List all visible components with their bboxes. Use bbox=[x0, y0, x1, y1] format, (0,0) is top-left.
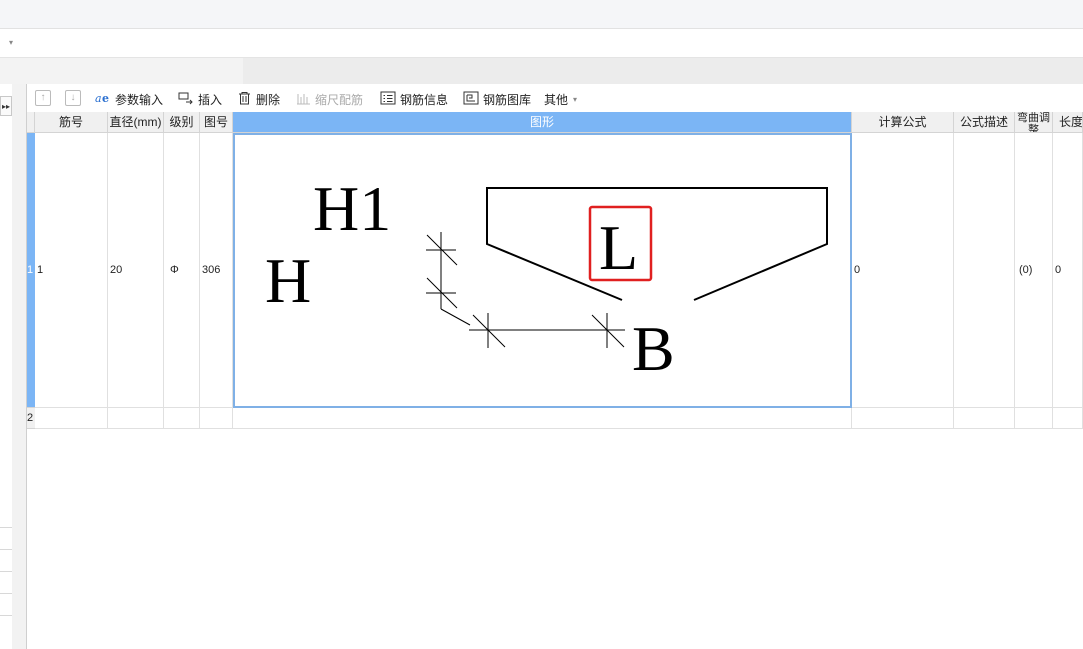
horizontal-dimension-mark bbox=[469, 313, 625, 348]
cell-diameter[interactable] bbox=[108, 408, 164, 429]
trash-icon bbox=[237, 91, 252, 108]
window-top-strip bbox=[0, 0, 1083, 29]
other-label: 其他 bbox=[544, 92, 569, 107]
header-shape: 图形 bbox=[233, 112, 852, 133]
rebar-toolbar: ↑ ↓ ae 参数输入 插入 删除 缩尺配筋 钢筋信息 钢筋图库 其他 ▾ bbox=[27, 86, 1083, 112]
left-panel-line bbox=[0, 571, 12, 572]
cell-shape[interactable] bbox=[233, 408, 852, 429]
shape-label-l: L bbox=[599, 212, 638, 283]
scale-rebar-label: 缩尺配筋 bbox=[315, 92, 364, 107]
cell-grade[interactable]: Φ bbox=[164, 133, 200, 408]
other-menu-button[interactable]: 其他 ▾ bbox=[544, 91, 577, 107]
cell-length[interactable]: 0 bbox=[1053, 133, 1083, 408]
header-grade: 级别 bbox=[164, 112, 200, 133]
scale-rebar-button[interactable]: 缩尺配筋 bbox=[296, 91, 363, 107]
header-length: 长度 bbox=[1053, 112, 1083, 133]
move-up-button[interactable]: ↑ bbox=[35, 90, 51, 106]
move-down-button[interactable]: ↓ bbox=[65, 90, 81, 106]
cell-shape-no[interactable] bbox=[200, 408, 233, 429]
rebar-shape-diagram: H H1 L B bbox=[265, 173, 828, 384]
delete-label: 删除 bbox=[256, 92, 281, 107]
header-formula-desc: 公式描述 bbox=[954, 112, 1015, 133]
delete-button[interactable]: 删除 bbox=[237, 91, 280, 107]
cell-bend-adjust[interactable] bbox=[1015, 408, 1053, 429]
cell-formula-desc[interactable] bbox=[954, 133, 1015, 408]
rebar-info-button[interactable]: 钢筋信息 bbox=[380, 91, 448, 107]
param-input-label: 参数输入 bbox=[115, 92, 164, 107]
rebar-info-label: 钢筋信息 bbox=[400, 92, 449, 107]
cell-grade[interactable] bbox=[164, 408, 200, 429]
header-shape-no: 图号 bbox=[200, 112, 233, 133]
secondary-bar bbox=[0, 29, 1083, 58]
shape-drawing-cell[interactable]: H H1 L B bbox=[233, 133, 852, 408]
cell-diameter[interactable]: 20 bbox=[108, 133, 164, 408]
collapse-panel-button[interactable]: ▸▸ bbox=[0, 96, 12, 116]
cell-bend-adjust[interactable]: (0) bbox=[1015, 133, 1053, 408]
shape-label-h: H bbox=[265, 245, 311, 316]
header-formula: 计算公式 bbox=[852, 112, 954, 133]
row-header[interactable]: 2 bbox=[27, 408, 35, 429]
insert-button[interactable]: 插入 bbox=[178, 91, 222, 107]
left-panel-line bbox=[0, 615, 12, 616]
tab-band bbox=[0, 58, 1083, 84]
header-bend-adjust: 弯曲调整 bbox=[1015, 112, 1053, 133]
chevron-down-icon: ▾ bbox=[573, 94, 578, 104]
header-bar-no: 筋号 bbox=[35, 112, 108, 133]
left-panel-line bbox=[0, 527, 12, 528]
row-header[interactable]: 1 bbox=[27, 133, 35, 408]
corner-header bbox=[27, 112, 35, 133]
vertical-dimension-mark bbox=[426, 232, 471, 326]
cell-bar-no[interactable] bbox=[35, 408, 108, 429]
param-input-button[interactable]: ae 参数输入 bbox=[95, 91, 163, 107]
left-panel-line bbox=[0, 593, 12, 594]
svg-text:a: a bbox=[95, 92, 102, 105]
info-list-icon bbox=[380, 91, 396, 108]
insert-label: 插入 bbox=[198, 92, 223, 107]
param-input-icon: ae bbox=[95, 91, 111, 108]
rebar-library-label: 钢筋图库 bbox=[483, 92, 532, 107]
cell-formula-desc[interactable] bbox=[954, 408, 1015, 429]
rebar-grid: 筋号 直径(mm) 级别 图号 图形 计算公式 公式描述 弯曲调整 长度 1 1… bbox=[27, 112, 1083, 649]
insert-icon bbox=[178, 91, 194, 108]
rebar-shape-outline bbox=[486, 187, 828, 301]
scale-icon bbox=[296, 91, 311, 108]
cell-length[interactable] bbox=[1053, 408, 1083, 429]
shape-label-h1: H1 bbox=[313, 173, 391, 244]
rebar-library-button[interactable]: 钢筋图库 bbox=[463, 91, 531, 107]
panel-splitter[interactable] bbox=[12, 84, 27, 649]
cell-shape-no[interactable]: 306 bbox=[200, 133, 233, 408]
library-icon bbox=[463, 91, 479, 108]
shape-label-b: B bbox=[632, 313, 675, 384]
dropdown-arrow-icon[interactable]: ▾ bbox=[9, 38, 13, 47]
cell-formula[interactable] bbox=[852, 408, 954, 429]
cell-formula[interactable]: 0 bbox=[852, 133, 954, 408]
header-diameter: 直径(mm) bbox=[108, 112, 164, 133]
cell-bar-no[interactable]: 1 bbox=[35, 133, 108, 408]
svg-text:e: e bbox=[102, 92, 109, 105]
left-panel-line bbox=[0, 549, 12, 550]
